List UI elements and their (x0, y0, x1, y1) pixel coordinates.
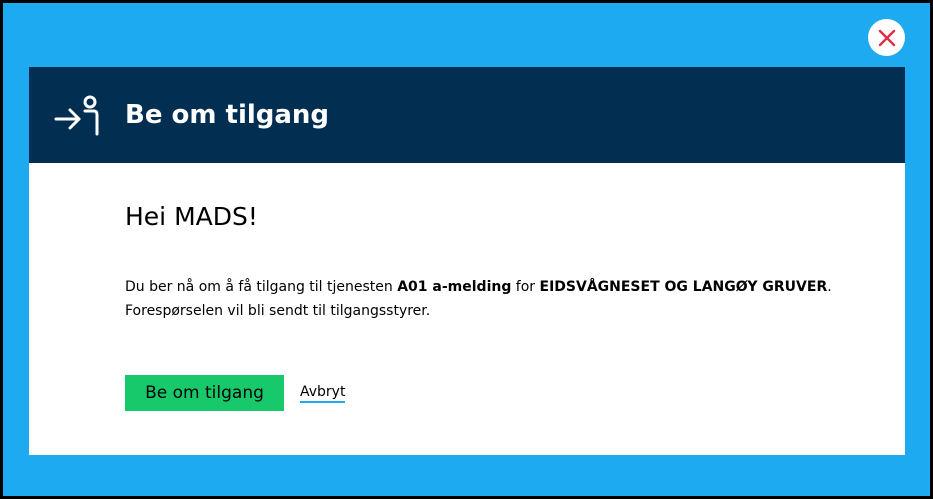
organization-name: EIDSVÅGNESET OG LANGØY GRUVER (539, 279, 828, 295)
message-text: Du ber nå om å få tilgang til tjenesten (125, 279, 398, 295)
request-access-button[interactable]: Be om tilgang (125, 375, 284, 411)
message-line-1: Du ber nå om å få tilgang til tjenesten … (125, 275, 905, 299)
dialog-title: Be om tilgang (125, 100, 330, 130)
close-icon (878, 29, 895, 46)
request-message: Du ber nå om å få tilgang til tjenesten … (125, 275, 905, 323)
message-text: . (827, 279, 832, 295)
service-name: A01 a-melding (397, 279, 512, 295)
message-text: for (511, 279, 540, 295)
dialog-actions: Be om tilgang Avbryt (125, 375, 905, 411)
close-button[interactable] (868, 19, 905, 56)
greeting: Hei MADS! (125, 202, 258, 231)
person-arrow-in-icon (53, 91, 101, 139)
dialog-header: Be om tilgang (29, 67, 905, 163)
cancel-link[interactable]: Avbryt (300, 384, 346, 403)
dialog-body: Hei MADS! Du ber nå om å få tilgang til … (29, 163, 905, 411)
message-line-2: Forespørselen vil bli sendt til tilgangs… (125, 303, 431, 319)
request-access-dialog: Be om tilgang Hei MADS! Du ber nå om å f… (29, 67, 905, 455)
